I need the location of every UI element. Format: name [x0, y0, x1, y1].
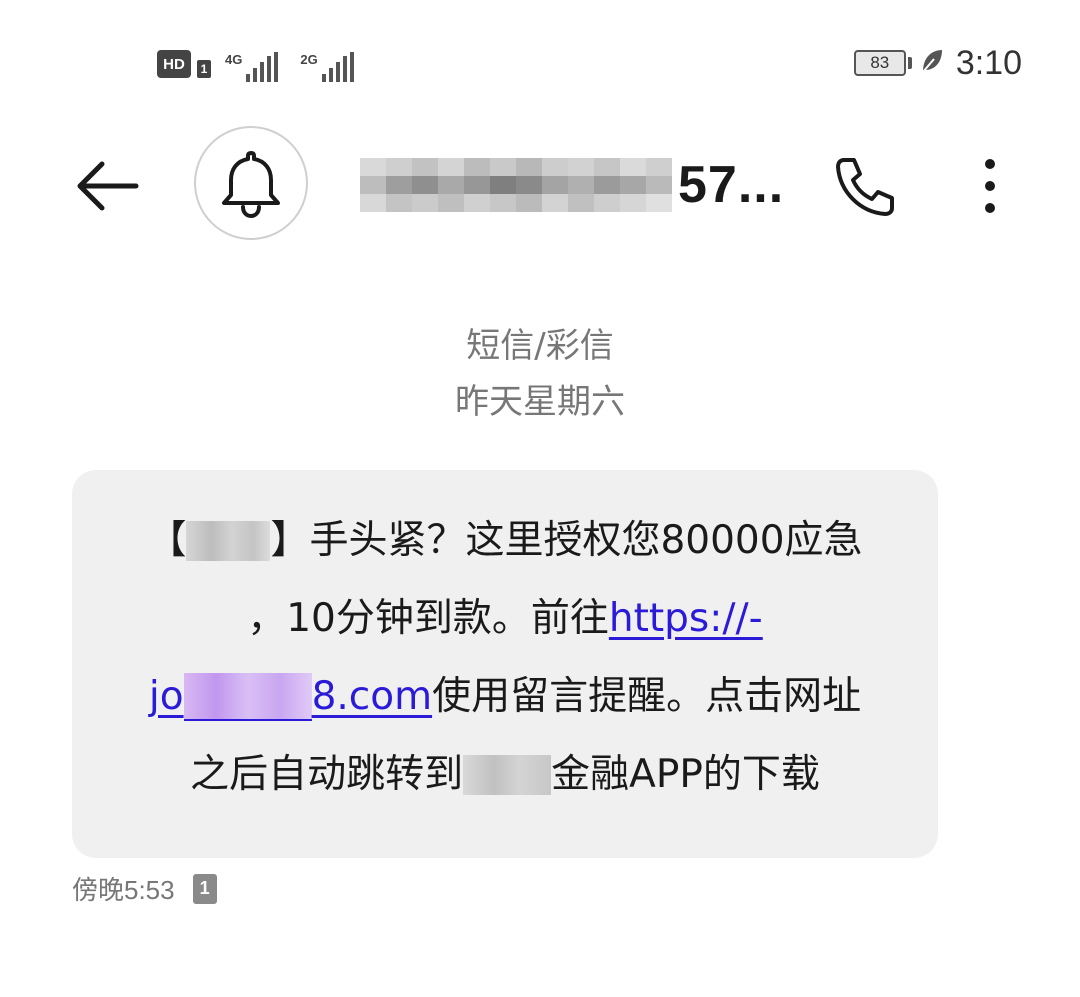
bell-icon — [222, 151, 280, 219]
message-text: 使用留言提醒。点击网址 — [432, 674, 862, 719]
network-type-label: 2G — [300, 52, 318, 67]
more-options-button[interactable] — [968, 152, 1012, 220]
eco-leaf-icon — [920, 47, 944, 79]
conversation-header: 57... — [0, 120, 1080, 260]
message-link[interactable]: https://- — [609, 580, 763, 658]
message-text: 】手头紧？这里授权您80000应急 — [270, 518, 863, 563]
date-divider-label: 昨天星期六 — [455, 382, 625, 422]
redacted-app-brand — [463, 755, 552, 795]
signal-2g-icon: 2G — [300, 52, 354, 82]
status-bar-left: HD 1 4G 2G — [157, 42, 370, 82]
network-type-label: 4G — [225, 52, 243, 67]
message-line: 之后自动跳转到 金融APP的下载 — [72, 736, 938, 814]
redacted-sender-brand — [186, 521, 271, 561]
status-bar: HD 1 4G 2G 83 3:10 — [0, 0, 1080, 120]
contact-name[interactable]: 57... — [360, 154, 784, 216]
contact-number-suffix: 57... — [678, 156, 785, 214]
battery-tip — [907, 57, 912, 69]
message-text: 之后自动跳转到 — [190, 752, 464, 797]
message-link[interactable]: 8.com — [312, 658, 433, 736]
notification-toggle-button[interactable] — [194, 126, 308, 240]
message-bubble[interactable]: 【 】手头紧？这里授权您80000应急 ，10分钟到款。前往 https://-… — [72, 470, 938, 858]
message-type-label: 短信/彩信 — [466, 326, 614, 366]
more-vertical-icon — [985, 159, 995, 213]
status-clock: 3:10 — [955, 43, 1022, 82]
thread-meta: 短信/彩信 昨天星期六 — [0, 318, 1080, 430]
message-line: ，10分钟到款。前往 https://- — [72, 580, 938, 658]
message-line: jo 8.com 使用留言提醒。点击网址 — [72, 658, 938, 736]
message-link[interactable]: jo — [149, 658, 184, 736]
battery-icon: 83 — [853, 50, 906, 76]
message-text: ，10分钟到款。前往 — [247, 596, 609, 641]
back-button[interactable] — [72, 150, 144, 222]
phone-icon — [836, 158, 894, 216]
back-arrow-icon — [77, 161, 139, 211]
status-bar-right: 83 3:10 — [853, 43, 1022, 82]
redacted-link-segment[interactable] — [183, 673, 312, 721]
call-button[interactable] — [830, 152, 898, 220]
message-text: 金融APP的下载 — [551, 752, 820, 797]
redacted-contact-number — [360, 158, 672, 212]
message-timestamp: 傍晚5:53 — [72, 875, 175, 905]
hd-icon: HD — [157, 50, 191, 78]
signal-4g-icon: 4G — [225, 52, 279, 82]
message-footer: 傍晚5:53 1 — [72, 870, 217, 907]
message-line: 【 】手头紧？这里授权您80000应急 — [72, 502, 938, 580]
message-body: 【 】手头紧？这里授权您80000应急 ，10分钟到款。前往 https://-… — [72, 502, 938, 814]
sim-slot-1-icon: 1 — [197, 60, 211, 78]
sim-card-icon: 1 — [192, 873, 217, 904]
message-text: 【 — [147, 518, 187, 563]
